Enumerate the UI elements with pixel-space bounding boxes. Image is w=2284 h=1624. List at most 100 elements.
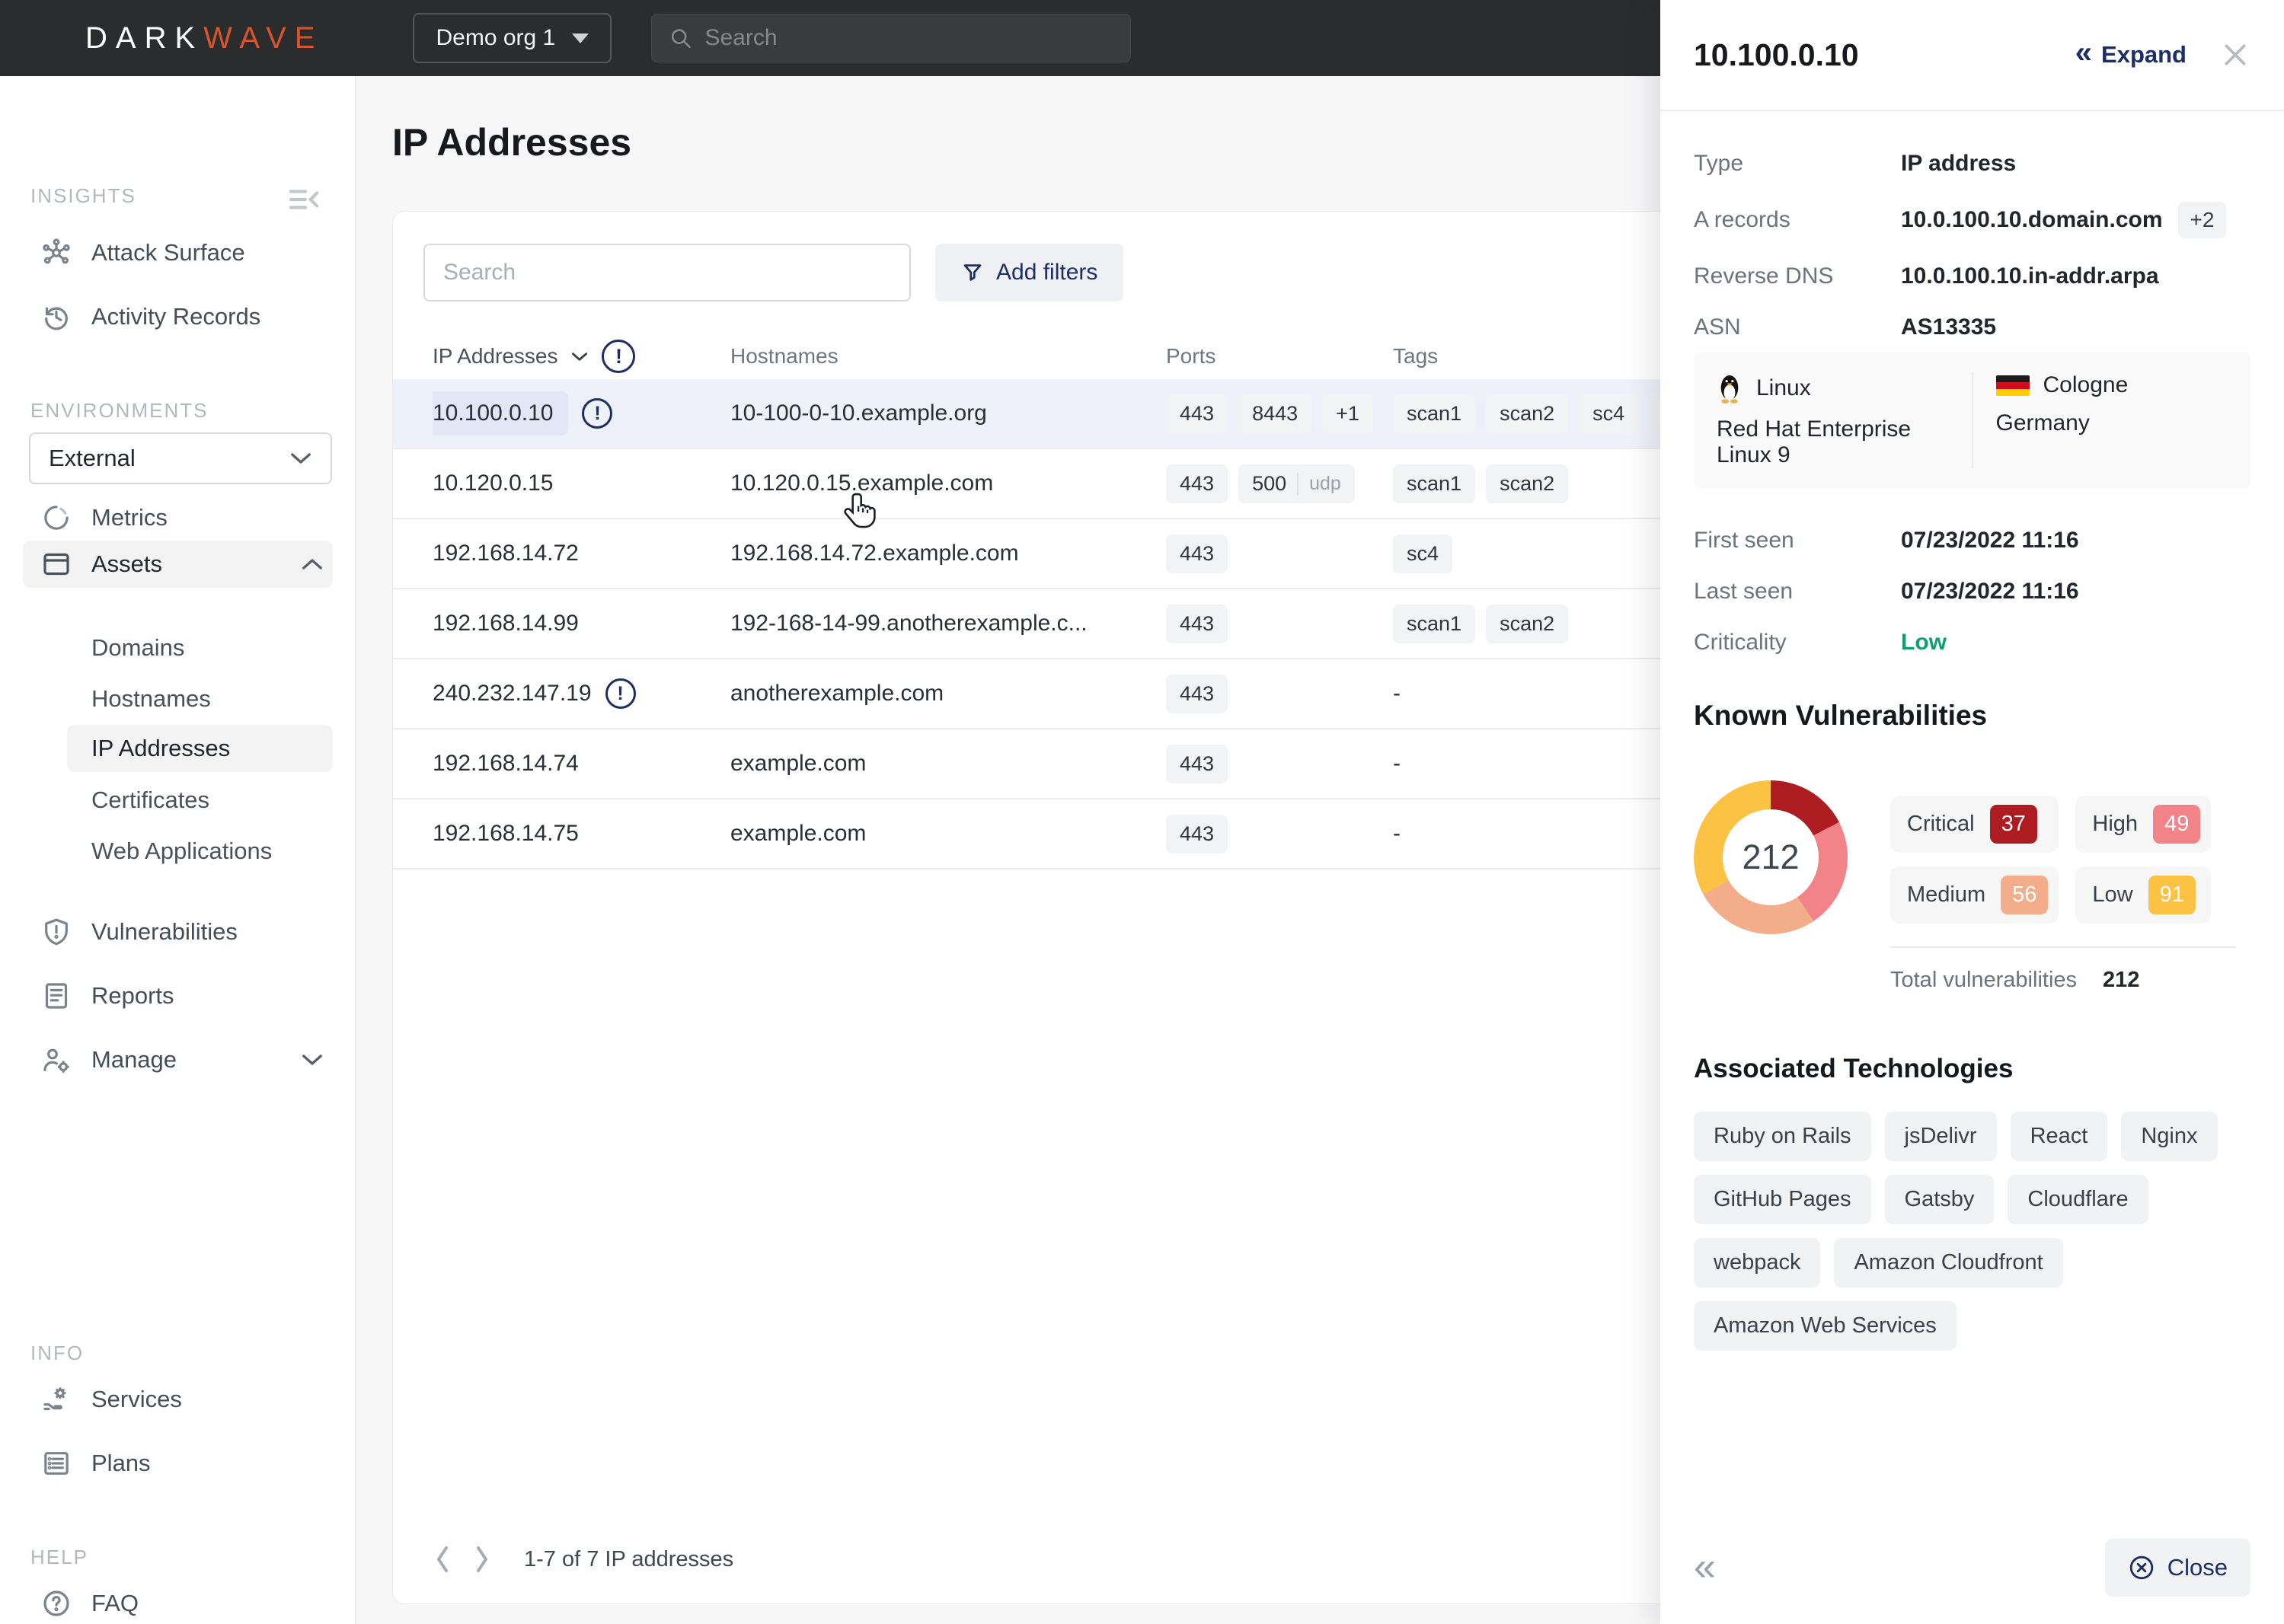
tag-badge[interactable]: scan2 (1486, 464, 1569, 503)
port-badge[interactable]: 8443 (1238, 394, 1312, 433)
port-badge[interactable]: 443 (1166, 604, 1228, 643)
table-row[interactable]: 192.168.14.74 example.com 443 - (393, 729, 1686, 799)
tag-badge[interactable]: scan2 (1486, 394, 1569, 433)
assets-icon (40, 547, 73, 581)
sort-chevron-icon[interactable] (570, 350, 589, 363)
ip-value[interactable]: 10.120.0.15 (433, 471, 553, 496)
org-selector[interactable]: Demo org 1 (413, 13, 612, 63)
technology-chip[interactable]: webpack (1694, 1238, 1821, 1287)
sidebar-item-attack-surface[interactable]: Attack Surface (0, 228, 356, 277)
sidebar-item-ip-addresses[interactable]: IP Addresses (0, 725, 356, 772)
technology-chip[interactable]: Amazon Cloudfront (1834, 1238, 2063, 1287)
sidebar-item-manage[interactable]: Manage (0, 1035, 356, 1084)
field-first-seen: First seen 07/23/2022 11:16 (1694, 528, 2250, 554)
sidebar-item-plans[interactable]: Plans (0, 1439, 356, 1488)
table-row[interactable]: 10.100.0.10! 10-100-0-10.example.org 443 84… (393, 379, 1686, 449)
alert-icon[interactable]: ! (605, 678, 636, 709)
ip-value[interactable]: 192.168.14.72 (433, 541, 579, 566)
port-badge[interactable]: +1 (1322, 394, 1373, 433)
environment-select[interactable]: External (29, 432, 332, 484)
alert-icon[interactable]: ! (582, 398, 613, 429)
panel-close-icon[interactable] (2220, 40, 2250, 70)
sidebar-item-hostnames[interactable]: Hostnames (0, 675, 356, 723)
field-label: Type (1694, 151, 1744, 176)
ip-value[interactable]: 192.168.14.99 (433, 611, 579, 637)
technology-chip[interactable]: GitHub Pages (1694, 1175, 1871, 1224)
next-page-button[interactable] (472, 1544, 492, 1575)
tag-badge[interactable]: scan1 (1393, 604, 1476, 643)
sidebar-item-label: Activity Records (91, 303, 261, 330)
sidebar-item-vulnerabilities[interactable]: Vulnerabilities (0, 908, 356, 956)
port-badge[interactable]: 443 (1166, 534, 1228, 573)
global-search-input[interactable] (704, 25, 1114, 51)
table-search-input[interactable] (443, 260, 891, 286)
tag-badge[interactable]: sc4 (1579, 394, 1639, 433)
severity-chip-medium[interactable]: Medium 56 (1890, 866, 2059, 924)
ip-value[interactable]: 192.168.14.74 (433, 751, 579, 777)
technology-chip[interactable]: React (2010, 1112, 2108, 1161)
technology-chip[interactable]: jsDelivr (1884, 1112, 1997, 1161)
expand-button[interactable]: « Expand (2075, 37, 2187, 69)
prev-page-button[interactable] (433, 1544, 452, 1575)
sidebar-item-web-applications[interactable]: Web Applications (0, 828, 356, 875)
table-row[interactable]: 192.168.14.72 192.168.14.72.example.com 44… (393, 519, 1686, 589)
linux-penguin-icon (1720, 375, 1739, 404)
sidebar-item-domains[interactable]: Domains (0, 624, 356, 672)
technology-chip[interactable]: Ruby on Rails (1694, 1112, 1871, 1161)
tag-badge[interactable]: scan1 (1393, 464, 1476, 503)
sidebar-item-activity-records[interactable]: Activity Records (0, 292, 356, 341)
collapse-panel-icon[interactable]: « (1694, 1547, 1716, 1587)
severity-label: Medium (1907, 882, 1986, 907)
technology-chip[interactable]: Nginx (2121, 1112, 2218, 1161)
severity-chip-low[interactable]: Low 91 (2075, 866, 2212, 924)
port-badge[interactable]: 443 (1166, 674, 1228, 713)
table-row[interactable]: 192.168.14.75 example.com 443 - (393, 799, 1686, 869)
sidebar-collapse-button[interactable] (288, 184, 323, 219)
report-icon (40, 979, 73, 1013)
location-city: Cologne (2043, 372, 2129, 397)
port-badge[interactable]: 443 (1166, 814, 1228, 853)
ip-value[interactable]: 192.168.14.75 (433, 821, 579, 847)
port-badge[interactable]: 443 (1166, 394, 1228, 433)
add-filters-button[interactable]: Add filters (935, 244, 1124, 302)
technology-chip[interactable]: Gatsby (1884, 1175, 1995, 1224)
table-row[interactable]: 10.120.0.15 10.120.0.15.example.com 443 500… (393, 449, 1686, 519)
table-row[interactable]: 240.232.147.19! anotherexample.com 443- (393, 659, 1686, 729)
column-alert-icon[interactable]: ! (602, 340, 636, 373)
severity-chip-critical[interactable]: Critical 37 (1890, 796, 2059, 853)
port-badge[interactable]: 443 (1166, 464, 1228, 503)
close-button[interactable]: Close (2104, 1539, 2250, 1597)
more-records-badge[interactable]: +2 (2177, 202, 2227, 238)
technology-chip[interactable]: Cloudflare (2008, 1175, 2148, 1224)
column-hostnames[interactable]: Hostnames (730, 344, 1166, 369)
tag-badge[interactable]: scan2 (1486, 604, 1569, 643)
ports-cell: 443 500 udp (1166, 464, 1393, 503)
technology-chip[interactable]: Amazon Web Services (1694, 1301, 1957, 1351)
ip-cell: 10.100.0.10! (433, 391, 730, 436)
brand-logo[interactable]: DARKWAVE (85, 21, 323, 56)
port-badge[interactable]: 500 udp (1238, 464, 1355, 503)
severity-label: Critical (1907, 812, 1975, 836)
field-label: Criticality (1694, 630, 1787, 655)
sidebar-item-certificates[interactable]: Certificates (0, 777, 356, 824)
severity-chip-high[interactable]: High 49 (2075, 796, 2212, 853)
sidebar-item-services[interactable]: Services (0, 1375, 356, 1424)
tag-badge[interactable]: sc4 (1393, 534, 1453, 573)
column-tags[interactable]: Tags (1393, 344, 1686, 369)
ip-value[interactable]: 240.232.147.19 (433, 681, 592, 707)
sidebar-item-label: Services (91, 1386, 182, 1412)
port-badge[interactable]: 443 (1166, 744, 1228, 783)
column-ports[interactable]: Ports (1166, 344, 1393, 369)
sidebar-item-assets[interactable]: Assets (0, 540, 356, 589)
ip-cell: 192.168.14.75 (433, 821, 730, 847)
sidebar-item-faq[interactable]: FAQ (0, 1579, 356, 1624)
table-row[interactable]: 192.168.14.99 192-168-14-99.anotherexampl… (393, 589, 1686, 659)
sidebar-item-metrics[interactable]: Metrics (0, 493, 356, 542)
total-value: 212 (2103, 968, 2140, 992)
column-ip-addresses[interactable]: IP Addresses ! (433, 340, 730, 373)
search-icon (672, 29, 691, 49)
tag-badge[interactable]: scan1 (1393, 394, 1476, 433)
os-info: Linux Red Hat Enterprise Linux 9 (1694, 372, 1972, 468)
sidebar-item-reports[interactable]: Reports (0, 972, 356, 1020)
ip-value[interactable]: 10.100.0.10 (433, 391, 569, 436)
